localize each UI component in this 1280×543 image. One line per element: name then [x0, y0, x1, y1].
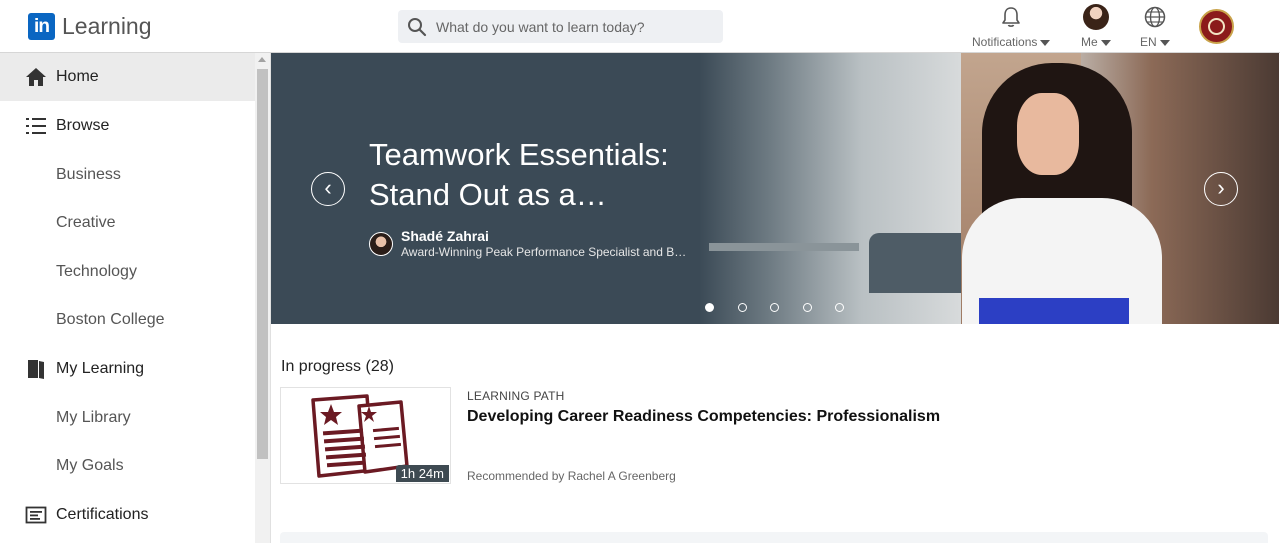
caret-down-icon	[1100, 39, 1111, 46]
sidebar-item-label: Technology	[56, 263, 137, 280]
sidebar-item-browse[interactable]: Browse	[0, 102, 255, 150]
organization-seal-icon[interactable]	[1199, 9, 1234, 44]
hero-title-line-2: Stand Out as a…	[369, 177, 607, 212]
sidebar-item-my-library[interactable]: My Library	[0, 394, 255, 442]
me-menu-button[interactable]: Me	[1081, 4, 1111, 49]
language-label: EN	[1140, 35, 1157, 49]
logo-text: Learning	[62, 13, 152, 39]
duration-badge: 1h 24m	[395, 465, 449, 482]
sidebar-item-label: Certifications	[56, 506, 149, 523]
carousel-next-button[interactable]: ›	[1204, 172, 1238, 206]
content-type-label: LEARNING PATH	[467, 389, 565, 403]
notifications-button[interactable]: Notifications	[972, 4, 1051, 49]
bell-icon	[1002, 7, 1020, 27]
caret-down-icon	[1040, 39, 1051, 46]
certificate-icon	[24, 506, 48, 524]
sidebar-scrollbar[interactable]	[255, 53, 270, 543]
course-title-link[interactable]: Developing Career Readiness Competencies…	[467, 408, 940, 426]
carousel-dot-4[interactable]	[802, 303, 812, 312]
search-icon	[408, 17, 427, 36]
carousel-dot-2[interactable]	[737, 303, 747, 312]
avatar	[1082, 4, 1109, 30]
book-icon	[24, 358, 48, 380]
carousel-dot-5[interactable]	[835, 303, 844, 312]
notifications-label: Notifications	[972, 35, 1038, 49]
sidebar-item-technology[interactable]: Technology	[0, 248, 255, 296]
caret-down-icon	[1159, 39, 1170, 46]
sidebar-item-label: Home	[56, 68, 99, 85]
list-icon	[24, 116, 48, 136]
in-progress-heading: In progress (28)	[281, 358, 394, 375]
course-thumbnail[interactable]: 1h 24m	[280, 387, 451, 484]
sidebar-item-my-learning[interactable]: My Learning	[0, 345, 255, 393]
sidebar-item-my-goals[interactable]: My Goals	[0, 442, 255, 490]
hero-course-title[interactable]: Teamwork Essentials: Stand Out as a…	[369, 135, 689, 215]
me-label: Me	[1081, 35, 1098, 49]
top-bar: in Learning Notifications Me	[0, 0, 1280, 53]
sidebar-item-business[interactable]: Business	[0, 151, 255, 199]
scrollbar-thumb[interactable]	[257, 69, 268, 459]
sidebar-item-label: My Goals	[56, 457, 124, 474]
sidebar-item-label: Business	[56, 166, 121, 183]
carousel-prev-button[interactable]: ‹	[311, 172, 345, 206]
author-name: Shadé Zahrai	[401, 228, 489, 244]
next-section-panel	[280, 532, 1268, 543]
sidebar-item-label: My Library	[56, 409, 131, 426]
sidebar-item-creative[interactable]: Creative	[0, 199, 255, 247]
carousel-dot-3[interactable]	[770, 303, 779, 312]
author-title: Award-Winning Peak Performance Specialis…	[401, 245, 687, 259]
scroll-up-arrow-icon[interactable]	[258, 57, 266, 62]
search-bar[interactable]	[398, 10, 723, 43]
sidebar-item-label: Boston College	[56, 311, 165, 328]
carousel-pagination	[705, 303, 868, 312]
sidebar-item-boston-college[interactable]: Boston College	[0, 296, 255, 344]
sidebar-item-label: Creative	[56, 214, 116, 231]
featured-course-carousel[interactable]: Teamwork Essentials: Stand Out as a… Sha…	[271, 53, 1279, 324]
chevron-right-icon: ›	[1217, 175, 1225, 200]
hero-title-line-1: Teamwork Essentials:	[369, 137, 669, 172]
sidebar-item-certifications[interactable]: Certifications	[0, 491, 255, 539]
globe-icon	[1144, 6, 1166, 28]
sidebar: Home Browse Business Creative Technology…	[0, 53, 255, 543]
sidebar-item-home[interactable]: Home	[0, 53, 255, 101]
hero-author: Shadé Zahrai Award-Winning Peak Performa…	[369, 228, 686, 259]
linkedin-learning-logo[interactable]: in Learning	[28, 13, 152, 40]
carousel-dot-1[interactable]	[705, 303, 714, 312]
sidebar-item-label: My Learning	[56, 360, 145, 377]
language-button[interactable]: EN	[1140, 4, 1170, 49]
linkedin-logo-mark: in	[28, 13, 55, 40]
home-icon	[24, 67, 48, 87]
recommended-by-text: Recommended by Rachel A Greenberg	[467, 469, 676, 483]
author-avatar	[369, 231, 393, 256]
search-input[interactable]	[436, 18, 706, 35]
hero-image	[699, 53, 1279, 324]
chevron-left-icon: ‹	[324, 175, 332, 200]
sidebar-item-label: Browse	[56, 117, 110, 134]
